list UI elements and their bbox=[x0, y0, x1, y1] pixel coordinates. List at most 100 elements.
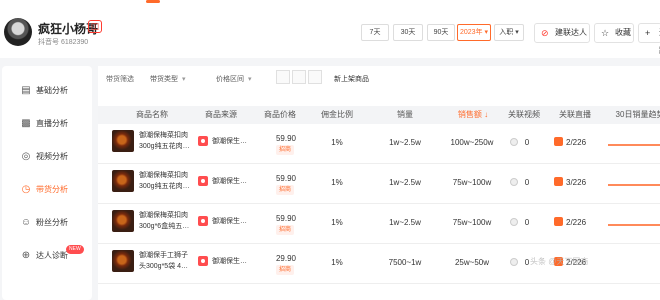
range-90d-button[interactable]: 90天 bbox=[427, 24, 455, 41]
revenue: 75w~100w bbox=[452, 178, 492, 187]
col-price[interactable]: 商品价格 bbox=[256, 106, 304, 124]
commission: 1% bbox=[331, 258, 343, 267]
shop-icon bbox=[198, 256, 208, 266]
video-count[interactable]: 0 bbox=[522, 138, 532, 147]
trend-line bbox=[608, 184, 660, 186]
product-price: 59.90 bbox=[275, 214, 297, 223]
sidebar: ▤ 基础分析 ▩ 直播分析 ◎ 视频分析 ◷ 带货分析 ☺ 粉丝分析 ⊕ 达人诊… bbox=[2, 66, 92, 300]
category-select[interactable]: 带货类型 ▾ bbox=[150, 74, 186, 84]
product-image[interactable] bbox=[112, 250, 134, 272]
video-count[interactable]: 0 bbox=[522, 178, 532, 187]
revenue: 25w~50w bbox=[454, 258, 490, 267]
revenue: 100w~250w bbox=[450, 138, 494, 147]
price-range-select[interactable]: 价格区间 ▾ bbox=[216, 74, 252, 84]
product-name[interactable]: 御潮保手工狮子头300g*5袋 4… bbox=[139, 250, 191, 272]
filter-box[interactable] bbox=[276, 70, 290, 84]
table-row[interactable]: 御潮保梅菜扣肉300g纯五花肉… 御潮保生… 59.90 招商 1% 1w~2.… bbox=[98, 124, 660, 164]
favorite-button[interactable]: ☆ 收藏 bbox=[594, 23, 634, 43]
fans-icon: ☺ bbox=[20, 217, 32, 228]
sales: 7500~1w bbox=[388, 258, 422, 267]
product-price: 29.90 bbox=[275, 254, 297, 263]
filter-box[interactable] bbox=[292, 70, 306, 84]
sidebar-item-fans[interactable]: ☺ 粉丝分析 bbox=[2, 212, 92, 234]
commission: 1% bbox=[331, 138, 343, 147]
new-products-toggle[interactable]: 新上架商品 bbox=[334, 74, 369, 84]
product-source[interactable]: 御潮保生… bbox=[212, 176, 247, 186]
link-icon: ⊘ bbox=[541, 28, 549, 38]
shop-icon bbox=[198, 176, 208, 186]
col-commission[interactable]: 佣金比例 bbox=[314, 106, 360, 124]
col-videos[interactable]: 关联视频 bbox=[502, 106, 546, 124]
sidebar-item-sales[interactable]: ◷ 带货分析 bbox=[2, 179, 92, 201]
more-icon: + bbox=[645, 28, 651, 38]
range-30d-button[interactable]: 30天 bbox=[393, 24, 423, 41]
col-revenue[interactable]: 销售额 ↓ bbox=[444, 106, 502, 124]
filter-box[interactable] bbox=[308, 70, 322, 84]
range-7d-button[interactable]: 7天 bbox=[361, 24, 389, 41]
range-custom-button[interactable]: 入职 ▾ bbox=[494, 24, 524, 41]
more-button[interactable]: + 追踪 bbox=[638, 23, 660, 55]
product-image[interactable] bbox=[112, 210, 134, 232]
avatar[interactable] bbox=[4, 18, 32, 46]
commission: 1% bbox=[331, 178, 343, 187]
product-price: 59.90 bbox=[275, 174, 297, 183]
sidebar-item-basic[interactable]: ▤ 基础分析 bbox=[2, 80, 92, 102]
header-bar: 疯狂小杨哥 ◫ 抖音号 6182390 7天 30天 90天 2023年 ▾ 入… bbox=[0, 0, 660, 58]
table-row[interactable]: 御潮保梅菜扣肉300g纯五花肉… 御潮保生… 59.90 招商 1% 1w~2.… bbox=[98, 164, 660, 204]
product-price: 59.90 bbox=[275, 134, 297, 143]
video-dot-icon bbox=[510, 138, 518, 146]
sidebar-item-live[interactable]: ▩ 直播分析 bbox=[2, 113, 92, 135]
col-name[interactable]: 商品名称 bbox=[112, 106, 192, 124]
live-count[interactable]: 2/226 bbox=[566, 138, 586, 147]
product-source[interactable]: 御潮保生… bbox=[212, 216, 247, 226]
live-count[interactable]: 3/226 bbox=[566, 178, 586, 187]
product-image[interactable] bbox=[112, 170, 134, 192]
price-tag: 招商 bbox=[276, 145, 295, 155]
trend-line bbox=[608, 224, 660, 226]
live-count[interactable]: 2/226 bbox=[566, 218, 586, 227]
product-source[interactable]: 御潮保生… bbox=[212, 256, 247, 266]
new-badge: NEW bbox=[66, 245, 84, 254]
range-2023-button[interactable]: 2023年 ▾ bbox=[457, 24, 491, 41]
shop-icon bbox=[198, 216, 208, 226]
video-count[interactable]: 0 bbox=[522, 218, 532, 227]
col-sales[interactable]: 销量 bbox=[380, 106, 430, 124]
video-icon: ◎ bbox=[21, 151, 31, 162]
price-tag: 招商 bbox=[276, 185, 295, 195]
product-source[interactable]: 御潮保生… bbox=[212, 136, 247, 146]
live-icon bbox=[554, 177, 563, 186]
cart-icon: ◷ bbox=[21, 184, 31, 195]
product-image[interactable] bbox=[112, 130, 134, 152]
col-source[interactable]: 商品来源 bbox=[196, 106, 246, 124]
table-row[interactable]: 御潮保梅菜扣肉300g*6盒纯五… 御潮保生… 59.90 招商 1% 1w~2… bbox=[98, 204, 660, 244]
diagnose-icon: ⊕ bbox=[21, 250, 31, 261]
watermark: 头条 @天下网商 bbox=[530, 257, 589, 266]
price-tag: 招商 bbox=[276, 265, 295, 275]
col-lives[interactable]: 关联直播 bbox=[550, 106, 600, 124]
product-name[interactable]: 御潮保梅菜扣肉300g纯五花肉… bbox=[139, 130, 191, 152]
sales: 1w~2.5w bbox=[389, 178, 421, 187]
live-icon bbox=[554, 137, 563, 146]
product-name[interactable]: 御潮保梅菜扣肉300g纯五花肉… bbox=[139, 170, 191, 192]
commission: 1% bbox=[331, 218, 343, 227]
sidebar-item-video[interactable]: ◎ 视频分析 bbox=[2, 146, 92, 168]
live-icon: ▩ bbox=[21, 118, 31, 129]
chevron-down-icon: ▾ bbox=[248, 76, 252, 83]
video-dot-icon bbox=[510, 178, 518, 186]
star-icon: ☆ bbox=[601, 28, 610, 38]
sidebar-item-diagnose[interactable]: ⊕ 达人诊断 NEW bbox=[2, 245, 92, 267]
filter-label: 带货筛选 bbox=[106, 76, 134, 83]
influencer-id: 抖音号 6182390 bbox=[38, 39, 89, 46]
trend-line bbox=[608, 144, 660, 146]
product-name[interactable]: 御潮保梅菜扣肉300g*6盒纯五… bbox=[139, 210, 191, 232]
sales: 1w~2.5w bbox=[389, 218, 421, 227]
revenue: 75w~100w bbox=[452, 218, 492, 227]
store-badge-icon: ◫ bbox=[88, 20, 102, 33]
header-accent bbox=[146, 0, 160, 3]
chevron-down-icon: ▾ bbox=[182, 76, 186, 83]
video-dot-icon bbox=[510, 258, 518, 266]
col-trend[interactable]: 30日销量趋势 bbox=[610, 106, 660, 124]
chart-icon: ▤ bbox=[21, 85, 31, 96]
contact-influencer-button[interactable]: ⊘ 建联达人 bbox=[534, 23, 590, 43]
table-header: 商品名称 商品来源 商品价格 佣金比例 销量 销售额 ↓ 关联视频 关联直播 3… bbox=[98, 106, 660, 124]
